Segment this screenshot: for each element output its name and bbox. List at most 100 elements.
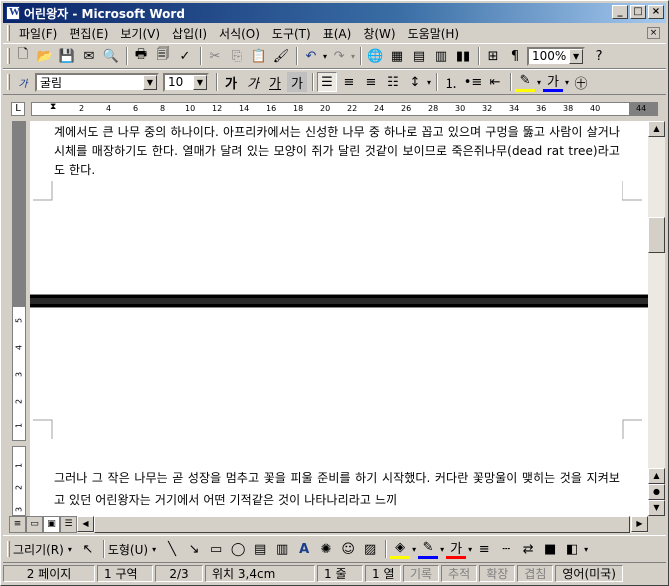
zoom-dropdown-icon[interactable]: ▼	[569, 48, 584, 64]
document-area[interactable]: 계에서도 큰 나무 중의 하나이다. 아프리카에서는 신성한 나무 중 하나로 …	[30, 121, 648, 516]
print-preview-icon[interactable]: 🔍	[101, 46, 121, 66]
status-trk[interactable]: 추적	[441, 565, 478, 582]
print-layout-icon[interactable]: ▣	[43, 516, 60, 533]
wordart-icon[interactable]: A	[294, 539, 314, 559]
draw-dropdown-icon[interactable]: ▾	[68, 545, 72, 554]
char-shading-icon[interactable]: 가	[287, 72, 307, 92]
arrow-style-icon[interactable]: ⇄	[518, 539, 538, 559]
size-dropdown-icon[interactable]: ▼	[193, 74, 207, 90]
document-map-icon[interactable]: ⊞	[483, 46, 503, 66]
menu-file[interactable]: 파일(F)	[13, 25, 63, 42]
help-icon[interactable]: ?	[589, 46, 609, 66]
draw-font-color-dropdown-icon[interactable]: ▾	[468, 545, 472, 554]
scroll-right-button[interactable]: ▶	[631, 516, 648, 532]
tables-borders-icon[interactable]: ▦	[387, 46, 407, 66]
menu-window[interactable]: 창(W)	[357, 25, 401, 42]
align-justify-icon[interactable]: ☰	[317, 72, 337, 92]
web-view-icon[interactable]: ▭	[26, 516, 43, 533]
status-ovr[interactable]: 겹침	[517, 565, 554, 582]
textbox-icon[interactable]: ▤	[250, 539, 270, 559]
toolbar-grip[interactable]	[7, 541, 10, 557]
ruler-strip[interactable]: 2 4 6 8 10 12 14 16 18 20 22 24 26 28 30…	[31, 102, 658, 116]
diagram-icon[interactable]: ✺	[316, 539, 336, 559]
shadow-icon[interactable]: ■	[540, 539, 560, 559]
dash-style-icon[interactable]: ┄	[496, 539, 516, 559]
fill-color-dropdown-icon[interactable]: ▾	[412, 545, 416, 554]
preview-icon[interactable]: 🗐	[153, 46, 173, 66]
line-style-icon[interactable]: ≡	[474, 539, 494, 559]
fill-color-icon[interactable]: ◈	[390, 539, 411, 559]
print-icon[interactable]: 🖶	[131, 46, 151, 66]
menu-view[interactable]: 보기(V)	[114, 25, 166, 42]
redo-icon[interactable]: ↷	[329, 46, 349, 66]
outline-view-icon[interactable]: ☰	[60, 516, 77, 533]
decrease-indent-icon[interactable]: ⇤	[485, 72, 505, 92]
redo-dropdown-icon[interactable]: ▾	[351, 52, 355, 61]
rectangle-icon[interactable]: ▭	[206, 539, 226, 559]
hyperlink-icon[interactable]: 🌐	[365, 46, 385, 66]
autoshapes-menu[interactable]: 도형(U)	[108, 541, 148, 558]
line-spacing-icon[interactable]: ↕	[405, 72, 425, 92]
bullets-icon[interactable]: •≡	[463, 72, 483, 92]
horizontal-scrollbar[interactable]: ≡ ▭ ▣ ☰ ◀ ▶	[9, 516, 648, 533]
horizontal-thumb[interactable]	[94, 516, 630, 533]
undo-dropdown-icon[interactable]: ▾	[323, 52, 327, 61]
menu-insert[interactable]: 삽입(I)	[166, 25, 213, 42]
status-ext[interactable]: 확장	[479, 565, 516, 582]
open-folder-icon[interactable]: 📂	[35, 46, 55, 66]
3d-icon[interactable]: ◧	[562, 539, 582, 559]
enclosed-char-icon[interactable]: ㊉	[571, 72, 591, 92]
align-center-icon[interactable]: ≡	[339, 72, 359, 92]
vertical-textbox-icon[interactable]: ▥	[272, 539, 292, 559]
paragraph-1[interactable]: 계에서도 큰 나무 중의 하나이다. 아프리카에서는 신성한 나무 중 하나로 …	[54, 123, 620, 180]
menu-format[interactable]: 서식(O)	[213, 25, 266, 42]
font-color-dropdown-icon[interactable]: ▾	[565, 78, 569, 87]
toolbar-grip[interactable]	[7, 74, 10, 90]
numbering-icon[interactable]: ⒈	[441, 72, 461, 92]
select-objects-icon[interactable]: ↖	[78, 539, 98, 559]
save-icon[interactable]: 💾	[57, 46, 77, 66]
scroll-down-button[interactable]: ▼	[648, 500, 665, 516]
columns-icon[interactable]: ▮▮	[453, 46, 473, 66]
highlight-dropdown-icon[interactable]: ▾	[537, 78, 541, 87]
scroll-up-button[interactable]: ▲	[648, 121, 665, 137]
arrow-icon[interactable]: ↘	[184, 539, 204, 559]
picture-icon[interactable]: ▨	[360, 539, 380, 559]
copy-icon[interactable]: ⎘	[227, 46, 247, 66]
vertical-ruler[interactable]: 5 4 3 2 1 1 2 3	[9, 121, 29, 516]
draw-font-color-icon[interactable]: 가	[446, 539, 467, 559]
close-button[interactable]: ×	[648, 5, 664, 19]
normal-view-icon[interactable]: ≡	[9, 516, 26, 533]
highlight-icon[interactable]: ✎	[515, 72, 536, 92]
scroll-up-icon[interactable]: ▲	[648, 468, 665, 484]
font-size-select[interactable]: 10 ▼	[163, 72, 209, 92]
menu-help[interactable]: 도움말(H)	[402, 25, 466, 42]
paragraph-2[interactable]: 그러나 그 작은 나무는 곧 성장을 멈추고 꽃을 피울 준비를 하기 시작했다…	[54, 467, 620, 511]
undo-icon[interactable]: ↶	[301, 46, 321, 66]
toolbar-options-icon[interactable]: ▾	[584, 545, 588, 554]
status-rec[interactable]: 기록	[403, 565, 440, 582]
menu-table[interactable]: 표(A)	[317, 25, 358, 42]
maximize-button[interactable]: □	[630, 5, 646, 19]
spelling-icon[interactable]: ✓	[175, 46, 195, 66]
italic-icon[interactable]: 가	[243, 72, 263, 92]
insert-excel-icon[interactable]: ▥	[431, 46, 451, 66]
line-color-dropdown-icon[interactable]: ▾	[440, 545, 444, 554]
distribute-icon[interactable]: ☷	[383, 72, 403, 92]
doc-close-icon[interactable]: ×	[647, 27, 660, 39]
align-right-icon[interactable]: ≡	[361, 72, 381, 92]
insert-table-icon[interactable]: ▤	[409, 46, 429, 66]
zoom-select[interactable]: 100% ▼	[527, 46, 586, 66]
paste-icon[interactable]: 📋	[249, 46, 269, 66]
minimize-button[interactable]: _	[612, 5, 628, 19]
line-icon[interactable]: ╲	[162, 539, 182, 559]
email-icon[interactable]: ✉	[79, 46, 99, 66]
clipart-icon[interactable]: ☺	[338, 539, 358, 559]
font-select[interactable]: 굴림 ▼	[35, 72, 159, 92]
format-painter-icon[interactable]: 🖌	[271, 46, 291, 66]
menu-tools[interactable]: 도구(T)	[266, 25, 317, 42]
scroll-left-button[interactable]: ◀	[77, 516, 94, 532]
new-document-icon[interactable]: 🗋	[13, 46, 33, 66]
line-spacing-dropdown-icon[interactable]: ▾	[427, 78, 431, 87]
oval-icon[interactable]: ◯	[228, 539, 248, 559]
